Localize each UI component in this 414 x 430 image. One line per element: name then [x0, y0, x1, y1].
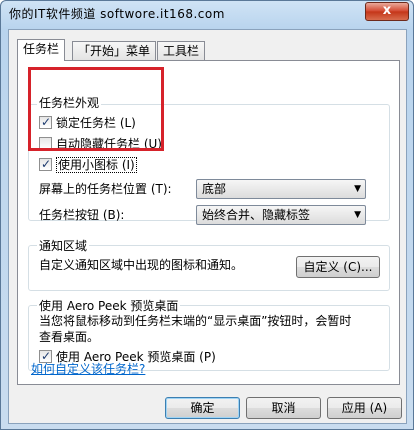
taskbar-buttons-label: 任务栏按钮 (B): [39, 208, 125, 222]
title-bar[interactable]: 你的IT软件频道 softwore.it168.com x [1, 1, 413, 29]
help-link[interactable]: 如何自定义该任务栏? [31, 360, 145, 377]
taskbar-position-label: 屏幕上的任务栏位置 (T): [39, 182, 172, 196]
aero-peek-title: 使用 Aero Peek 预览桌面 [37, 297, 181, 314]
ok-button[interactable]: 确定 [165, 397, 240, 419]
taskbar-buttons-value: 始终合并、隐藏标签 [202, 208, 311, 222]
close-button[interactable]: x [365, 2, 409, 21]
small-icons-label: 使用小图标 (I) [56, 157, 137, 173]
cancel-button[interactable]: 取消 [246, 397, 321, 419]
taskbar-position-select[interactable]: 底部 ▼ [196, 179, 366, 199]
aero-peek-description-line2: 查看桌面。 [39, 330, 100, 344]
small-icons-option[interactable]: 使用小图标 (I) [39, 156, 137, 173]
customize-button[interactable]: 自定义 (C)... [296, 256, 380, 278]
taskbar-position-value: 底部 [202, 182, 227, 196]
apply-button[interactable]: 应用 (A) [327, 397, 402, 419]
chevron-down-icon: ▼ [354, 210, 361, 220]
highlight-annotation-box [28, 67, 164, 151]
tab-taskbar[interactable]: 任务栏 [17, 39, 66, 61]
notification-area-description: 自定义通知区域中出现的图标和通知。 [39, 258, 244, 272]
taskbar-properties-window: 你的IT软件频道 softwore.it168.com x 任务栏 「开始」菜单… [0, 0, 414, 430]
taskbar-buttons-select[interactable]: 始终合并、隐藏标签 ▼ [196, 205, 366, 225]
chevron-down-icon: ▼ [354, 184, 361, 194]
small-icons-checkbox[interactable] [39, 156, 52, 172]
tab-start-menu[interactable]: 「开始」菜单 [72, 41, 157, 60]
aero-peek-description-line1: 当您将鼠标移动到任务栏末端的“显示桌面”按钮时，会暂时 [39, 314, 352, 328]
window-title: 你的IT软件频道 softwore.it168.com [9, 7, 225, 21]
notification-area-title: 通知区域 [37, 237, 90, 254]
tab-toolbars[interactable]: 工具栏 [157, 41, 206, 60]
